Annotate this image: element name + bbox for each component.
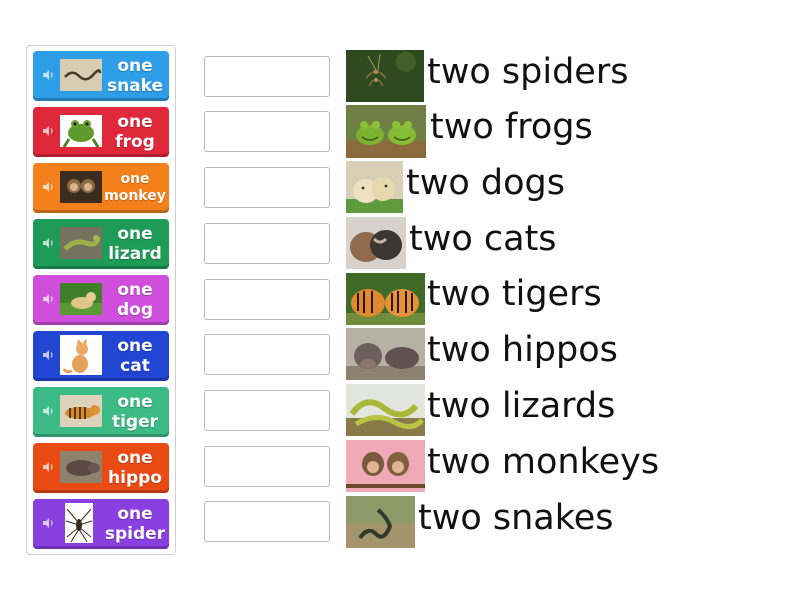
tile-word-line1: one: [117, 448, 153, 468]
tile-word-line1: one: [117, 224, 153, 244]
hippo-thumbnail: [60, 451, 102, 483]
tile-word-line1: one: [117, 112, 153, 132]
tile-one-tiger[interactable]: one tiger: [33, 387, 169, 437]
tile-one-snake[interactable]: one snake: [33, 51, 169, 101]
tile-word-line2: frog: [115, 132, 155, 152]
target-label-monkeys: two monkeys: [427, 442, 660, 482]
tile-one-lizard[interactable]: one lizard: [33, 219, 169, 269]
tile-word-line1: one: [117, 56, 153, 76]
tile-word-line1: one: [117, 336, 153, 356]
target-label-tigers: two tigers: [427, 274, 602, 314]
tile-word-line2: tiger: [111, 412, 159, 432]
word-bank: one snake one frog one monkey one lizard one…: [26, 45, 176, 555]
spider-thumbnail: [65, 503, 93, 543]
drop-slot-8[interactable]: [204, 446, 330, 487]
tile-word-line2: monkey: [104, 188, 166, 204]
tile-word-line2: snake: [106, 76, 164, 96]
hippos-photo: [346, 328, 425, 380]
snake-thumbnail: [60, 59, 102, 91]
target-label-dogs: two dogs: [406, 163, 565, 203]
frog-thumbnail: [60, 115, 102, 147]
tile-word-line2: lizard: [108, 244, 162, 264]
speaker-icon[interactable]: [42, 349, 54, 361]
tile-one-spider[interactable]: one spider: [33, 499, 169, 549]
tile-one-frog[interactable]: one frog: [33, 107, 169, 157]
speaker-icon[interactable]: [42, 181, 54, 193]
speaker-icon[interactable]: [42, 125, 54, 137]
tile-word-line2: hippo: [108, 468, 162, 488]
monkeys-photo: [346, 440, 425, 492]
tile-word-line1: one: [117, 392, 153, 412]
speaker-icon[interactable]: [42, 293, 54, 305]
target-label-frogs: two frogs: [430, 107, 593, 147]
tile-one-monkey[interactable]: one monkey: [33, 163, 169, 213]
tile-one-dog[interactable]: one dog: [33, 275, 169, 325]
speaker-icon[interactable]: [42, 517, 54, 529]
target-label-cats: two cats: [409, 219, 557, 259]
dogs-photo: [346, 161, 403, 213]
dog-thumbnail: [60, 283, 102, 315]
snakes-photo: [346, 496, 415, 548]
lizards-photo: [346, 384, 425, 436]
tile-word-line2: dog: [116, 300, 154, 320]
tile-word-line1: one: [120, 171, 150, 187]
lizard-thumbnail: [60, 227, 102, 259]
drop-slot-6[interactable]: [204, 334, 330, 375]
speaker-icon[interactable]: [42, 237, 54, 249]
tile-word-line1: one: [117, 280, 153, 300]
drop-slot-7[interactable]: [204, 390, 330, 431]
tigers-photo: [346, 273, 425, 325]
drop-slot-4[interactable]: [204, 223, 330, 264]
frogs-photo: [346, 105, 426, 158]
target-label-hippos: two hippos: [427, 330, 618, 370]
speaker-icon[interactable]: [42, 69, 54, 81]
tile-word-line1: one: [117, 504, 153, 524]
drop-slot-5[interactable]: [204, 279, 330, 320]
drop-slot-2[interactable]: [204, 111, 330, 152]
target-label-snakes: two snakes: [418, 498, 614, 538]
tile-word-line2: cat: [120, 356, 150, 376]
speaker-icon[interactable]: [42, 461, 54, 473]
drop-slot-1[interactable]: [204, 56, 330, 97]
speaker-icon[interactable]: [42, 405, 54, 417]
spiders-photo: [346, 50, 424, 102]
cat-thumbnail: [60, 335, 102, 375]
target-label-spiders: two spiders: [427, 52, 629, 92]
drop-slot-9[interactable]: [204, 501, 330, 542]
monkey-thumbnail: [60, 171, 102, 203]
tile-word-line2: spider: [104, 524, 166, 544]
drop-slot-3[interactable]: [204, 167, 330, 208]
tile-one-cat[interactable]: one cat: [33, 331, 169, 381]
tiger-thumbnail: [60, 395, 102, 427]
cats-photo: [346, 217, 406, 269]
tile-one-hippo[interactable]: one hippo: [33, 443, 169, 493]
target-label-lizards: two lizards: [427, 386, 616, 426]
